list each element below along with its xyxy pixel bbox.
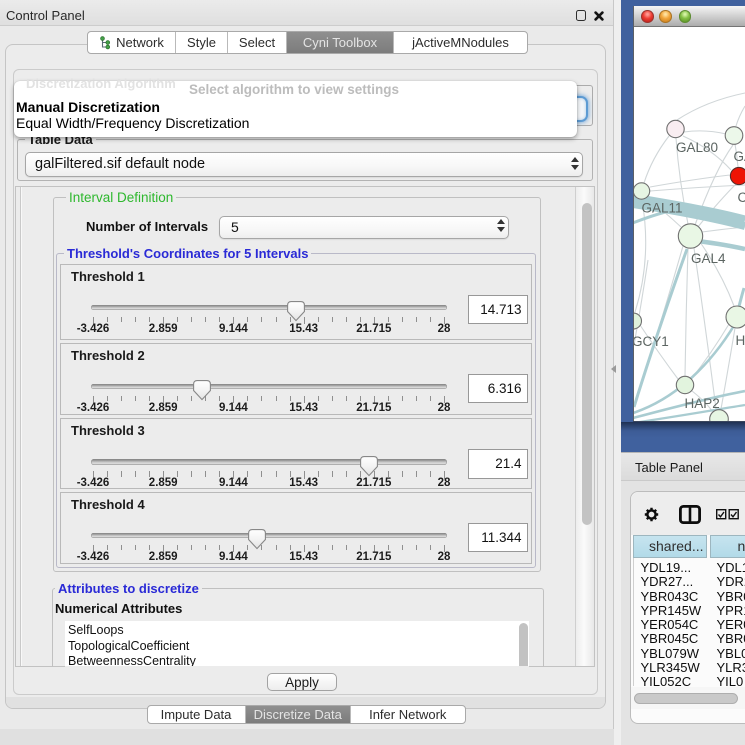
svg-text:GAL4: GAL4 — [691, 251, 726, 266]
svg-text:CY: CY — [738, 190, 745, 205]
svg-text:GA: GA — [734, 149, 745, 164]
svg-text:GAL80: GAL80 — [676, 140, 718, 155]
svg-text:H: H — [736, 333, 745, 348]
svg-text:GCY1: GCY1 — [634, 334, 669, 349]
svg-text:GAL11: GAL11 — [642, 201, 683, 216]
svg-text:HAP2: HAP2 — [685, 396, 720, 411]
